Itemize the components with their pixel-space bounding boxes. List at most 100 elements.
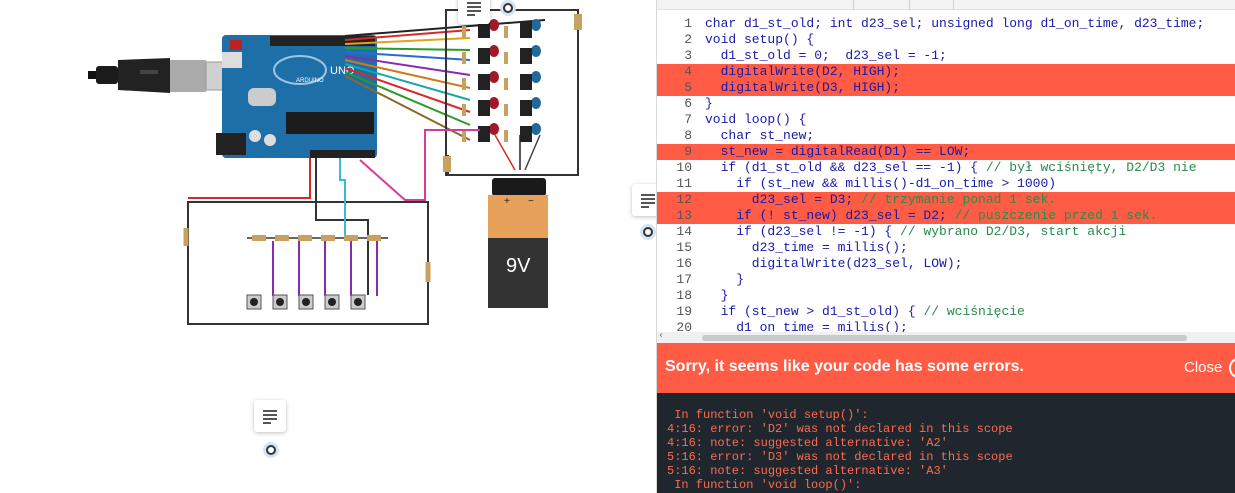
code-line[interactable]: 19 if (st_new > d1_st_old) { // wciśnięc… xyxy=(657,304,1235,320)
code-text[interactable]: void setup() { xyxy=(705,32,814,48)
resistor[interactable] xyxy=(321,235,335,241)
code-line[interactable]: 3 d1_st_old = 0; d23_sel = -1; xyxy=(657,48,1235,64)
resistor[interactable] xyxy=(462,130,466,142)
code-line[interactable]: 17 } xyxy=(657,272,1235,288)
anchor-dot-icon[interactable] xyxy=(263,442,279,458)
circuit-drawing[interactable]: UNO ARDUINO + − 9V xyxy=(0,0,656,493)
anchor-dot-icon[interactable] xyxy=(640,224,656,240)
code-text[interactable]: d1_st_old = 0; d23_sel = -1; xyxy=(705,48,947,64)
code-line[interactable]: 10 if (d1_st_old && d23_sel == -1) { // … xyxy=(657,160,1235,176)
note-lines-icon[interactable] xyxy=(458,0,490,24)
code-text[interactable]: digitalWrite(d23_sel, LOW); xyxy=(705,256,963,272)
transistor[interactable] xyxy=(478,100,490,116)
annotation-note[interactable] xyxy=(458,0,516,44)
code-line[interactable]: 18 } xyxy=(657,288,1235,304)
push-button-cap[interactable] xyxy=(250,298,258,306)
code-text[interactable]: void loop() { xyxy=(705,112,806,128)
resistor[interactable] xyxy=(504,78,508,90)
code-text[interactable]: digitalWrite(D2, HIGH); xyxy=(705,64,900,80)
code-text[interactable]: if (d23_sel != -1) { // wybrano D2/D3, s… xyxy=(705,224,1126,240)
code-text[interactable]: digitalWrite(D3, HIGH); xyxy=(705,80,900,96)
transistor[interactable] xyxy=(520,48,532,64)
code-text[interactable]: if (! st_new) d23_sel = D2; // puszczeni… xyxy=(705,208,1157,224)
transistor[interactable] xyxy=(478,48,490,64)
battery-wires[interactable] xyxy=(494,134,541,171)
resistor[interactable] xyxy=(344,235,358,241)
code-text[interactable]: } xyxy=(705,96,713,112)
transistor[interactable] xyxy=(520,74,532,90)
resistor[interactable] xyxy=(462,104,466,116)
push-button-cap[interactable] xyxy=(328,298,336,306)
code-text[interactable]: char st_new; xyxy=(705,128,815,144)
anchor-dot-icon[interactable] xyxy=(500,0,516,16)
transistor[interactable] xyxy=(478,126,490,142)
resistor[interactable] xyxy=(504,52,508,64)
resistor[interactable] xyxy=(275,235,289,241)
red-led[interactable] xyxy=(489,71,499,83)
code-text[interactable]: if (d1_st_old && d23_sel == -1) { // był… xyxy=(705,160,1197,176)
resistor[interactable] xyxy=(298,235,312,241)
push-button-cap[interactable] xyxy=(354,298,362,306)
code-line[interactable]: 8 char st_new; xyxy=(657,128,1235,144)
resistor[interactable] xyxy=(252,235,266,241)
code-text[interactable]: } xyxy=(705,288,729,304)
circuit-canvas[interactable]: UNO ARDUINO + − 9V xyxy=(0,0,664,493)
red-led[interactable] xyxy=(489,97,499,109)
code-line[interactable]: 11 if (st_new && millis()-d1_on_time > 1… xyxy=(657,176,1235,192)
blue-led[interactable] xyxy=(531,71,541,83)
blue-led[interactable] xyxy=(531,19,541,31)
horizontal-scrollbar[interactable]: ‹ xyxy=(657,330,1235,343)
code-line[interactable]: 1 char d1_st_old; int d23_sel; unsigned l… xyxy=(657,16,1235,32)
close-circle-icon[interactable] xyxy=(1229,358,1235,378)
resistor[interactable] xyxy=(504,26,508,38)
resistor[interactable] xyxy=(504,104,508,116)
resistor[interactable] xyxy=(367,235,381,241)
transistor[interactable] xyxy=(478,74,490,90)
blue-led[interactable] xyxy=(531,45,541,57)
resistor[interactable] xyxy=(462,78,466,90)
console-line: 4:16: error: 'D2' was not declared in th… xyxy=(667,422,1013,436)
code-text[interactable]: char d1_st_old; int d23_sel; unsigned lo… xyxy=(705,16,1204,32)
blue-led[interactable] xyxy=(531,123,541,135)
code-line-error[interactable]: 13 if (! st_new) d23_sel = D2; // puszcz… xyxy=(657,208,1235,224)
code-line[interactable]: 6} xyxy=(657,96,1235,112)
push-button-cap[interactable] xyxy=(276,298,284,306)
code-text[interactable]: if (st_new > d1_st_old) { // wciśnięcie xyxy=(705,304,1025,320)
code-line-error[interactable]: 4 digitalWrite(D2, HIGH); xyxy=(657,64,1235,80)
code-content: d1_on_time = millis(); xyxy=(705,320,908,332)
code-line[interactable]: 2 void setup() { xyxy=(657,32,1235,48)
annotation-note[interactable] xyxy=(254,400,288,458)
battery-plus-label: + xyxy=(504,196,510,207)
code-text[interactable]: d1_on_time = millis(); xyxy=(705,320,908,332)
code-line[interactable]: 15 d23_time = millis(); xyxy=(657,240,1235,256)
close-button[interactable]: Close xyxy=(1184,359,1222,376)
push-button-cap[interactable] xyxy=(302,298,310,306)
code-line[interactable]: 7 void loop() { xyxy=(657,112,1235,128)
code-area[interactable]: 1 char d1_st_old; int d23_sel; unsigned l… xyxy=(657,16,1235,332)
code-line-error[interactable]: 12 d23_sel = D3; // trzymanie ponad 1 se… xyxy=(657,192,1235,208)
chevron-left-icon[interactable]: ‹ xyxy=(659,330,663,341)
transistor[interactable] xyxy=(520,100,532,116)
code-text[interactable]: d23_sel = D3; // trzymanie ponad 1 sek. xyxy=(705,192,1056,208)
code-line[interactable]: 16 digitalWrite(d23_sel, LOW); xyxy=(657,256,1235,272)
resistor[interactable] xyxy=(462,52,466,64)
resistor[interactable] xyxy=(504,130,508,142)
code-text[interactable]: if (st_new && millis()-d1_on_time > 1000… xyxy=(705,176,1056,192)
line-number: 2 xyxy=(684,32,692,47)
code-line[interactable]: 14 if (d23_sel != -1) { // wybrano D2/D3… xyxy=(657,224,1235,240)
code-line-error[interactable]: 5 digitalWrite(D3, HIGH); xyxy=(657,80,1235,96)
code-text[interactable]: d23_time = millis(); xyxy=(705,240,908,256)
transistor[interactable] xyxy=(520,22,532,38)
battery-9v[interactable]: + − 9V xyxy=(488,178,548,308)
code-text[interactable]: } xyxy=(705,272,744,288)
transistor[interactable] xyxy=(520,126,532,142)
code-text[interactable]: st_new = digitalRead(D1) == LOW; xyxy=(705,144,971,160)
red-led[interactable] xyxy=(489,45,499,57)
blue-led[interactable] xyxy=(531,97,541,109)
scrollbar-thumb[interactable] xyxy=(702,335,1187,341)
button-circuit[interactable] xyxy=(183,158,431,325)
code-line-error[interactable]: 9 st_new = digitalRead(D1) == LOW; xyxy=(657,144,1235,160)
code-line[interactable]: 20 d1_on_time = millis(); xyxy=(657,320,1235,332)
red-led[interactable] xyxy=(489,123,499,135)
note-lines-icon[interactable] xyxy=(254,400,286,432)
